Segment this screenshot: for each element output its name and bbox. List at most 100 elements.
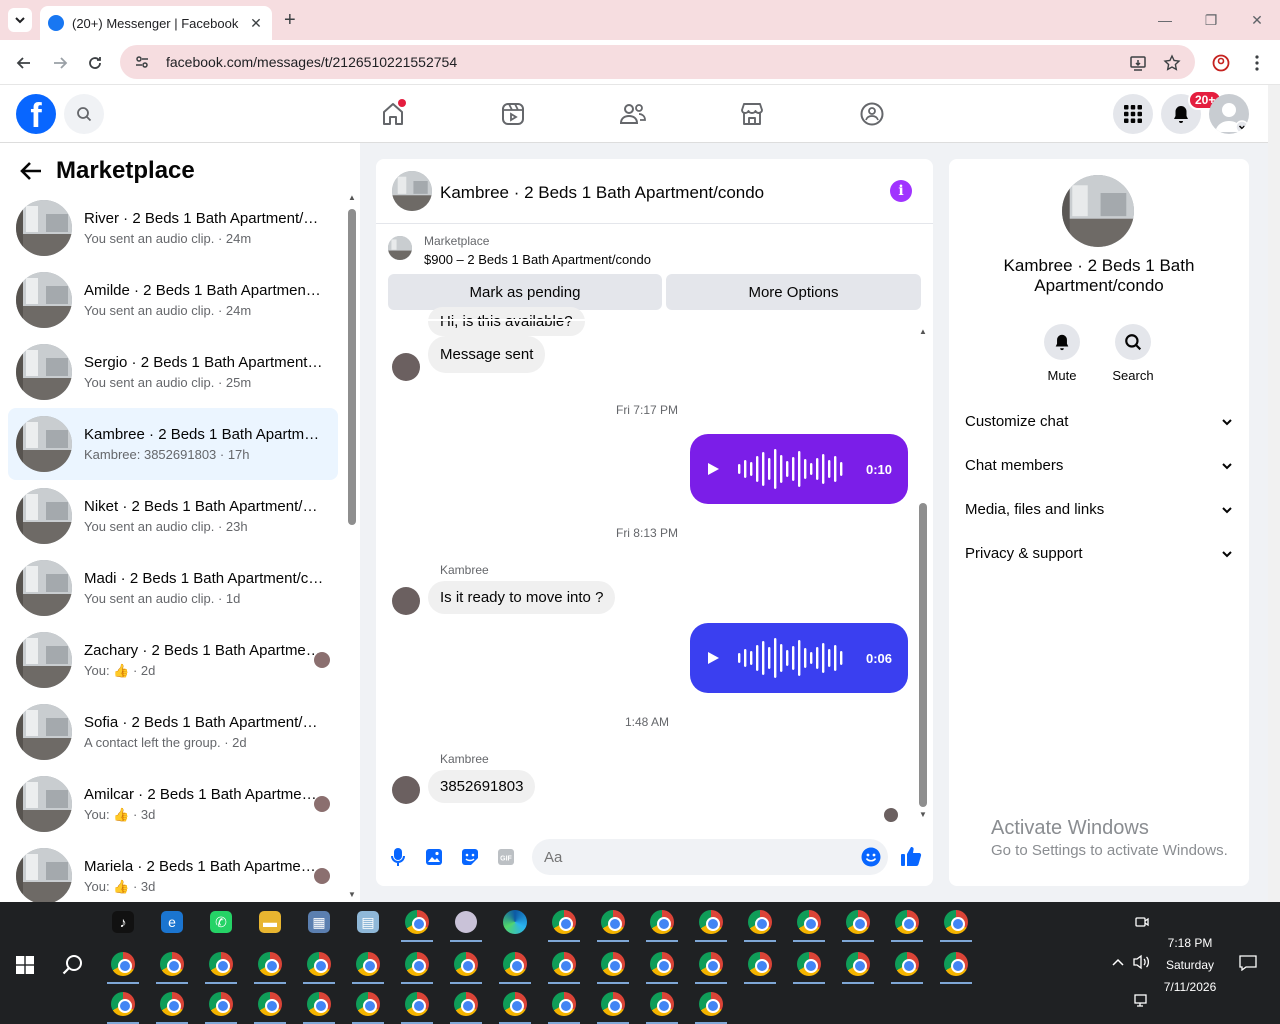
back-button[interactable] bbox=[14, 53, 34, 73]
minimize-button[interactable]: — bbox=[1142, 0, 1188, 40]
chat-avatar[interactable] bbox=[392, 171, 432, 211]
taskbar-chrome-window[interactable] bbox=[691, 944, 731, 984]
section-chat-members[interactable]: Chat members bbox=[965, 457, 1233, 474]
taskbar-chrome-window[interactable] bbox=[593, 984, 633, 1024]
like-button[interactable] bbox=[900, 845, 922, 867]
chat-scrollbar[interactable]: ▲ ▼ bbox=[917, 327, 929, 819]
conversation-item[interactable]: Amilcar · 2 Beds 1 Bath Apartment/condo Y… bbox=[8, 768, 338, 840]
conversation-item[interactable]: Amilde · 2 Beds 1 Bath Apartment/condo Yo… bbox=[8, 264, 338, 336]
section-customize-chat[interactable]: Customize chat bbox=[965, 413, 1233, 430]
sticker-button[interactable] bbox=[460, 847, 480, 867]
tab-close-icon[interactable]: ✕ bbox=[248, 15, 264, 31]
taskbar-chrome-window[interactable] bbox=[152, 944, 192, 984]
clock[interactable]: 7:18 PM Saturday 7/11/2026 bbox=[1155, 932, 1225, 998]
taskbar-chrome-window[interactable] bbox=[446, 984, 486, 1024]
conversation-item[interactable]: Sofia · 2 Beds 1 Bath Apartment/condo A c… bbox=[8, 696, 338, 768]
nav-friends[interactable] bbox=[618, 99, 648, 129]
taskbar-chrome-window[interactable] bbox=[152, 984, 192, 1024]
taskbar-chrome-window[interactable] bbox=[544, 902, 584, 942]
network-icon[interactable] bbox=[1134, 994, 1150, 1008]
taskbar-chrome-window[interactable] bbox=[201, 984, 241, 1024]
message-input[interactable] bbox=[532, 839, 888, 875]
taskbar-notepad[interactable]: ▤ bbox=[348, 902, 388, 942]
taskbar-tiktok[interactable]: ♪ bbox=[103, 902, 143, 942]
taskbar-chrome-window[interactable] bbox=[593, 944, 633, 984]
emoji-button[interactable] bbox=[861, 847, 881, 867]
taskbar-search-button[interactable] bbox=[62, 954, 84, 976]
nav-video[interactable] bbox=[498, 99, 528, 129]
scrollbar-thumb[interactable] bbox=[919, 503, 927, 807]
facebook-logo-icon[interactable]: f bbox=[16, 94, 56, 134]
contact-avatar[interactable] bbox=[392, 353, 420, 381]
scrollbar-thumb[interactable] bbox=[348, 209, 356, 525]
start-button[interactable] bbox=[16, 956, 34, 974]
taskbar-chrome-window[interactable] bbox=[103, 944, 143, 984]
new-tab-button[interactable]: + bbox=[284, 10, 296, 30]
nav-marketplace[interactable] bbox=[737, 99, 767, 129]
taskbar-chrome-window[interactable] bbox=[446, 944, 486, 984]
more-options-button[interactable]: More Options bbox=[666, 274, 921, 310]
taskbar-chrome-window[interactable] bbox=[593, 902, 633, 942]
taskbar-chrome-window[interactable] bbox=[397, 944, 437, 984]
attach-photo-button[interactable] bbox=[424, 847, 444, 867]
taskbar-chrome-window[interactable] bbox=[397, 902, 437, 942]
facebook-search-button[interactable] bbox=[64, 94, 104, 134]
message-bubble[interactable]: 3852691803 bbox=[428, 770, 536, 803]
back-button[interactable] bbox=[20, 161, 42, 181]
section-privacy-support[interactable]: Privacy & support bbox=[965, 545, 1233, 562]
listing-description[interactable]: $900 – 2 Beds 1 Bath Apartment/condo bbox=[424, 252, 651, 267]
taskbar-whatsapp[interactable]: ✆ bbox=[201, 902, 241, 942]
taskbar-app[interactable]: ▦ bbox=[299, 902, 339, 942]
mark-pending-button[interactable]: Mark as pending bbox=[388, 274, 662, 310]
taskbar-chrome-window[interactable] bbox=[936, 902, 976, 942]
taskbar-chrome-window[interactable] bbox=[544, 984, 584, 1024]
install-app-icon[interactable] bbox=[1129, 54, 1147, 72]
taskbar-chrome-window[interactable] bbox=[789, 944, 829, 984]
listing-thumbnail[interactable] bbox=[388, 236, 412, 260]
restore-button[interactable]: ❐ bbox=[1188, 0, 1234, 40]
chevron-up-icon[interactable] bbox=[1111, 957, 1125, 967]
taskbar-edge[interactable] bbox=[495, 902, 535, 942]
meet-now-icon[interactable] bbox=[1135, 915, 1149, 929]
taskbar-chrome-window[interactable] bbox=[250, 944, 290, 984]
info-icon[interactable]: i bbox=[890, 180, 912, 202]
taskbar-chrome-window[interactable] bbox=[936, 944, 976, 984]
taskbar-chrome-window[interactable] bbox=[495, 944, 535, 984]
conversation-item[interactable]: Kambree · 2 Beds 1 Bath Apartment/condo K… bbox=[8, 408, 338, 480]
taskbar-chrome-window[interactable] bbox=[299, 944, 339, 984]
menu-button[interactable] bbox=[1113, 94, 1153, 134]
audio-message[interactable]: 0:06 bbox=[690, 623, 908, 693]
taskbar-chrome-window[interactable] bbox=[348, 944, 388, 984]
bookmark-star-icon[interactable] bbox=[1163, 54, 1181, 72]
page-scrollbar[interactable] bbox=[1268, 85, 1280, 902]
conversation-scrollbar[interactable]: ▲ ▼ bbox=[346, 193, 358, 899]
taskbar-chrome-window[interactable] bbox=[348, 984, 388, 1024]
search-action[interactable]: Search bbox=[1103, 324, 1163, 383]
play-icon[interactable] bbox=[706, 462, 720, 476]
reload-button[interactable] bbox=[85, 53, 105, 73]
voice-clip-button[interactable] bbox=[388, 847, 408, 867]
nav-home[interactable] bbox=[378, 99, 408, 129]
taskbar-chrome-window[interactable] bbox=[250, 984, 290, 1024]
taskbar-chrome-window[interactable] bbox=[838, 902, 878, 942]
tab-search-button[interactable] bbox=[8, 8, 32, 32]
browser-menu-button[interactable] bbox=[1247, 53, 1267, 73]
forward-button[interactable] bbox=[50, 53, 70, 73]
play-icon[interactable] bbox=[706, 651, 720, 665]
volume-icon[interactable] bbox=[1132, 954, 1150, 970]
conversation-item[interactable]: Niket · 2 Beds 1 Bath Apartment/condo You… bbox=[8, 480, 338, 552]
taskbar-chrome-window[interactable] bbox=[887, 944, 927, 984]
browser-tab[interactable]: (20+) Messenger | Facebook ✕ bbox=[40, 6, 272, 40]
audio-message[interactable]: 0:10 bbox=[690, 434, 908, 504]
taskbar-chrome-window[interactable] bbox=[691, 984, 731, 1024]
taskbar-chrome-window[interactable] bbox=[642, 984, 682, 1024]
conversation-item[interactable]: River · 2 Beds 1 Bath Apartment/condo You… bbox=[8, 192, 338, 264]
contact-avatar[interactable] bbox=[392, 776, 420, 804]
taskbar-file-explorer[interactable]: ▬ bbox=[250, 902, 290, 942]
taskbar-chrome-window[interactable] bbox=[103, 984, 143, 1024]
taskbar-chrome-window[interactable] bbox=[397, 984, 437, 1024]
message-bubble[interactable]: Hi, is this available? bbox=[428, 307, 585, 336]
contact-avatar-large[interactable] bbox=[1062, 175, 1134, 247]
notification-center-icon[interactable] bbox=[1239, 955, 1257, 971]
profile-button[interactable] bbox=[1211, 53, 1231, 73]
